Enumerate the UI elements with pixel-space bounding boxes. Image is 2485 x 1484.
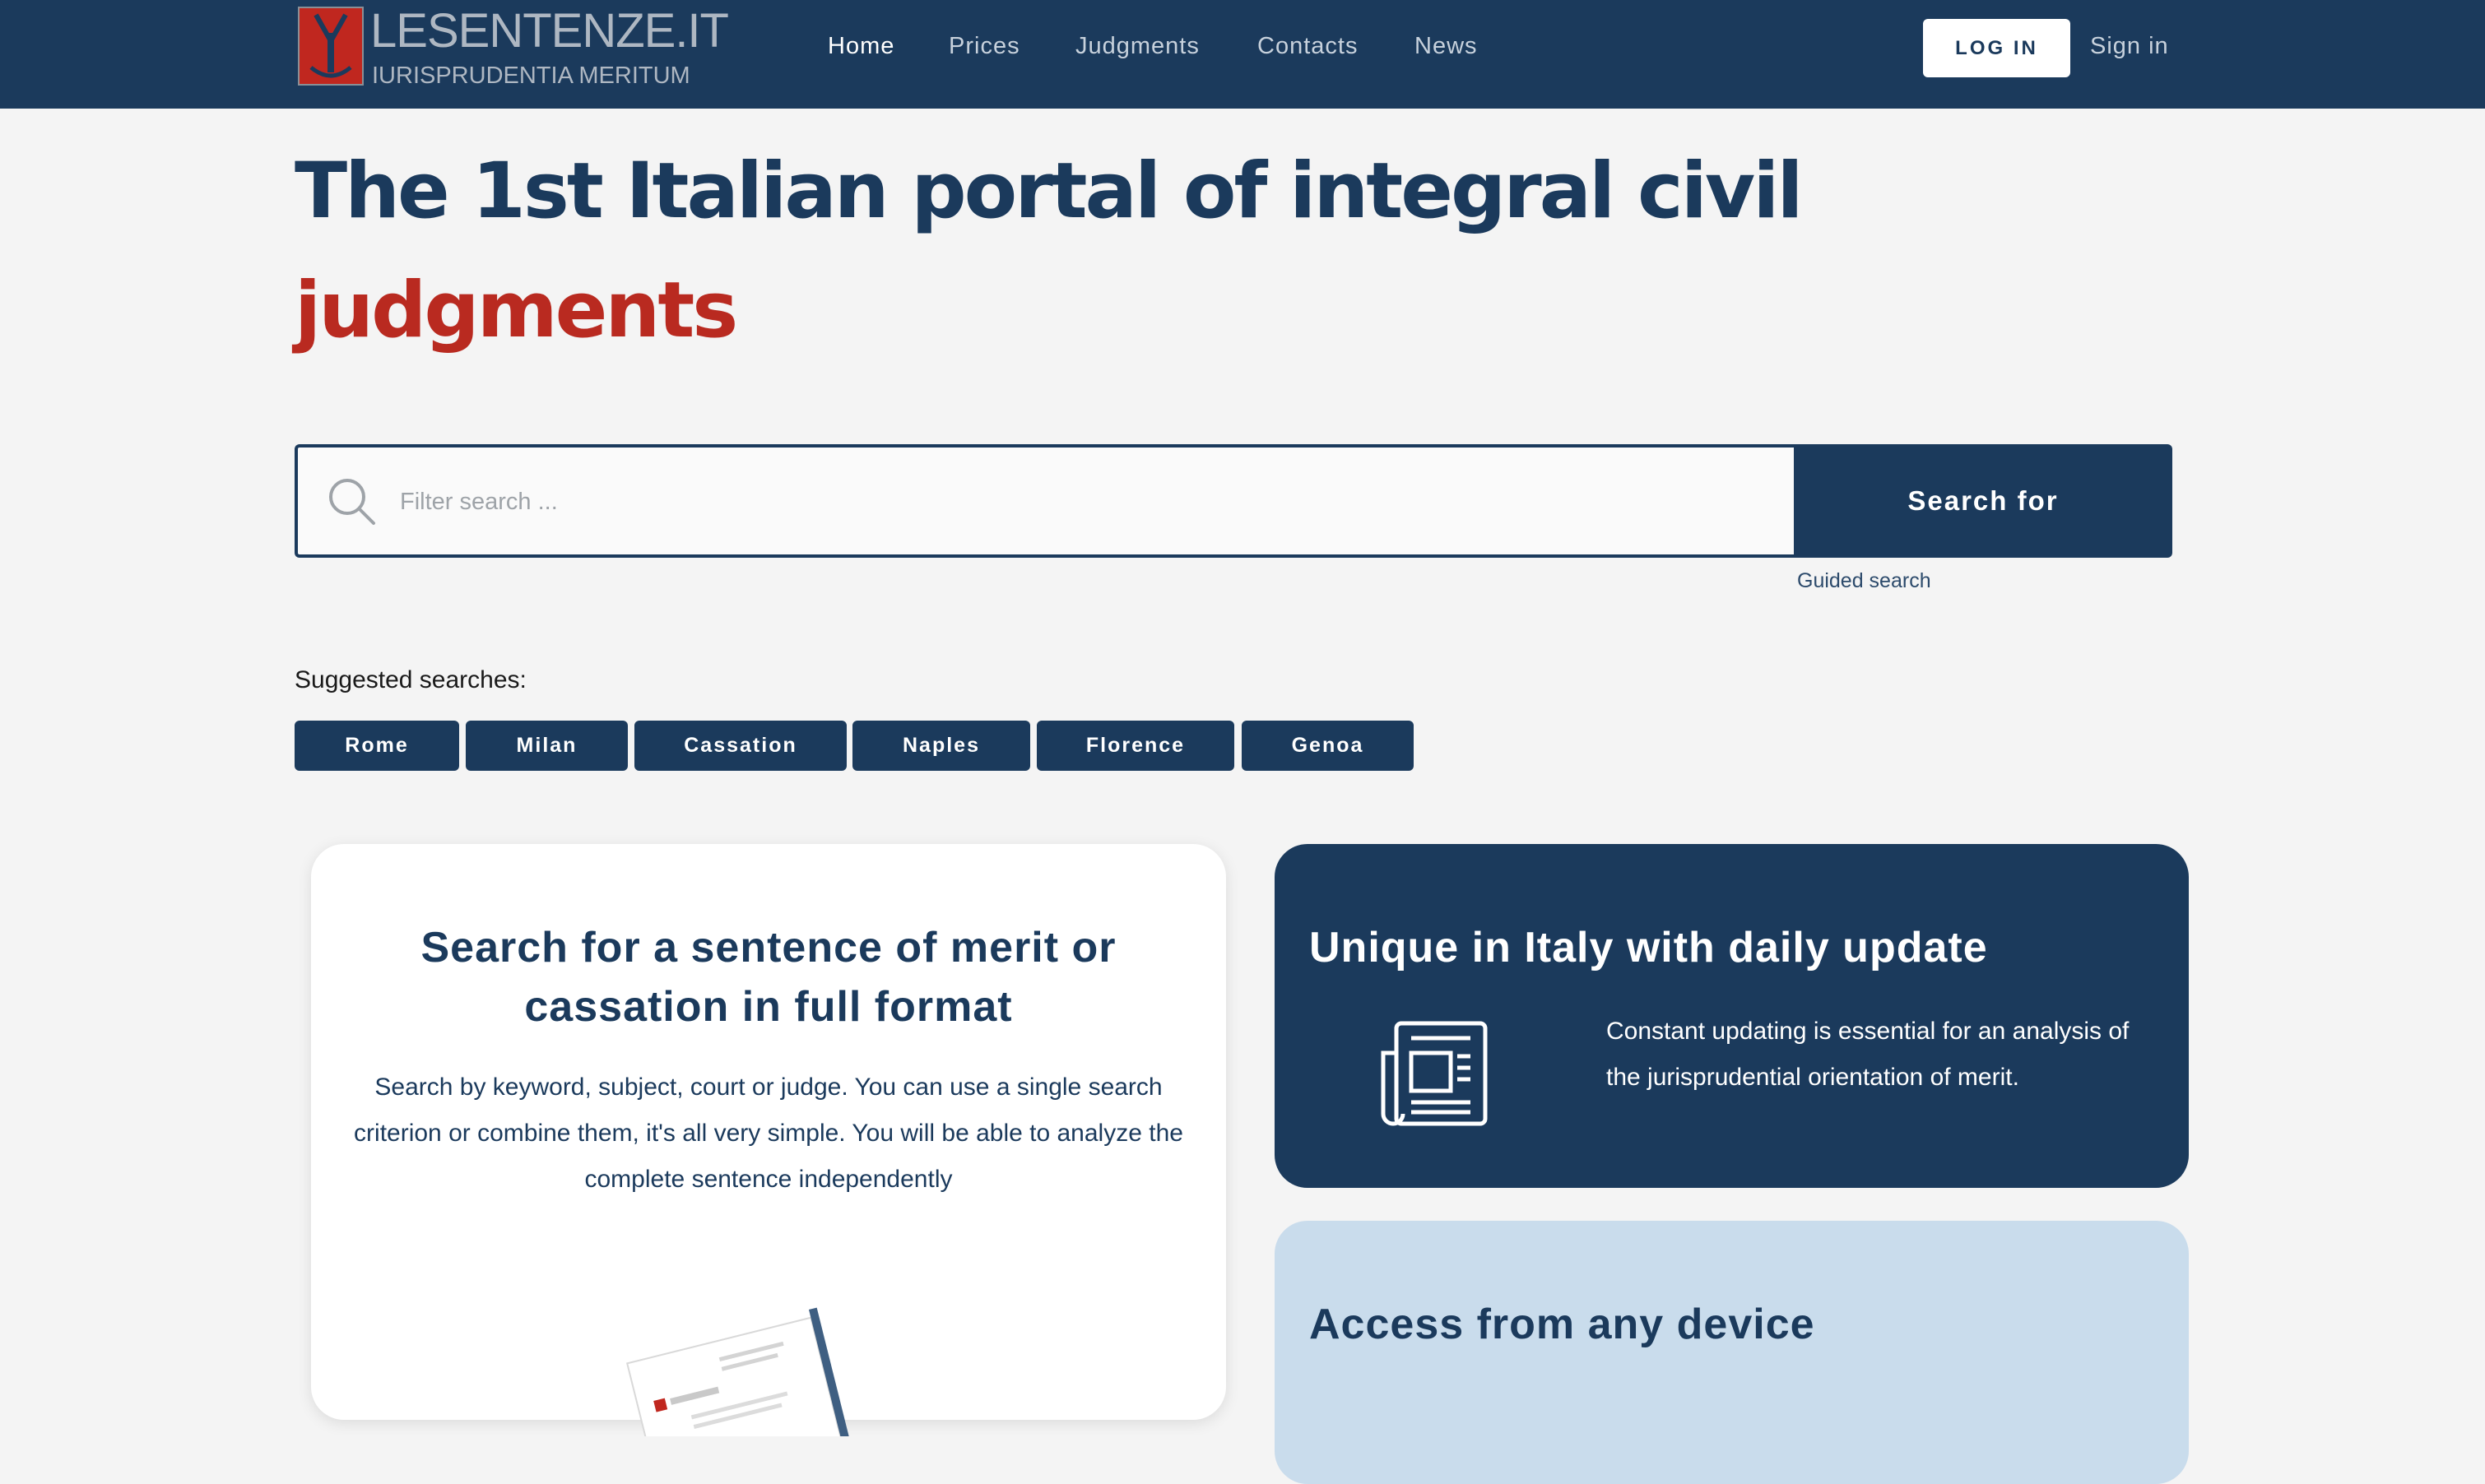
login-button[interactable]: LOG IN bbox=[1923, 19, 2070, 77]
device-card-title: Access from any device bbox=[1309, 1301, 1815, 1348]
nav-item-news[interactable]: News bbox=[1414, 30, 1478, 63]
daily-update-card: Unique in Italy with daily update Consta… bbox=[1275, 844, 2189, 1188]
newspaper-icon bbox=[1380, 1020, 1489, 1131]
search-card-text: Search by keyword, subject, court or jud… bbox=[354, 1074, 1183, 1193]
logo-title: LESENTENZE.IT bbox=[370, 4, 729, 58]
suggested-chip-cassation[interactable]: Cassation bbox=[634, 721, 847, 771]
suggested-chip-genoa[interactable]: Genoa bbox=[1242, 721, 1414, 771]
site-logo[interactable]: LESENTENZE.IT IURISPRUDENTIA MERITUM bbox=[298, 4, 729, 90]
any-device-card: Access from any device bbox=[1275, 1221, 2189, 1484]
suggested-searches-label: Suggested searches: bbox=[295, 666, 527, 693]
page-headline: The 1st Italian portal of integral civil… bbox=[295, 132, 2105, 370]
search-card-title: Search for a sentence of merit or cassat… bbox=[420, 924, 1117, 1031]
signin-link[interactable]: Sign in bbox=[2090, 30, 2169, 63]
nav-item-judgments[interactable]: Judgments bbox=[1075, 30, 1200, 63]
nav-item-home[interactable]: Home bbox=[828, 30, 894, 63]
update-card-text: Constant updating is essential for an an… bbox=[1606, 1018, 2130, 1091]
nav-item-prices[interactable]: Prices bbox=[949, 30, 1020, 63]
guided-search-link[interactable]: Guided search bbox=[1797, 569, 1931, 593]
search-button[interactable]: Search for bbox=[1794, 444, 2172, 558]
logo-subtitle: IURISPRUDENTIA MERITUM bbox=[372, 63, 690, 89]
suggested-chip-rome[interactable]: Rome bbox=[295, 721, 459, 771]
headline-line-2: judgments bbox=[295, 266, 738, 355]
top-navbar: LESENTENZE.IT IURISPRUDENTIA MERITUM Hom… bbox=[0, 0, 2485, 109]
search-bar bbox=[295, 444, 1794, 558]
suggested-chip-milan[interactable]: Milan bbox=[466, 721, 628, 771]
logo-emblem-icon bbox=[298, 7, 364, 86]
search-sentence-card: Search for a sentence of merit or cassat… bbox=[311, 844, 1226, 1484]
update-card-title: Unique in Italy with daily update bbox=[1309, 924, 1988, 972]
search-input[interactable] bbox=[398, 475, 1718, 528]
suggested-chip-florence[interactable]: Florence bbox=[1037, 721, 1234, 771]
search-icon bbox=[326, 475, 379, 532]
document-illustration-icon bbox=[591, 1272, 887, 1484]
suggested-chip-naples[interactable]: Naples bbox=[852, 721, 1030, 771]
headline-line-1: The 1st Italian portal of integral civil bbox=[295, 146, 1804, 236]
nav-item-contacts[interactable]: Contacts bbox=[1257, 30, 1358, 63]
